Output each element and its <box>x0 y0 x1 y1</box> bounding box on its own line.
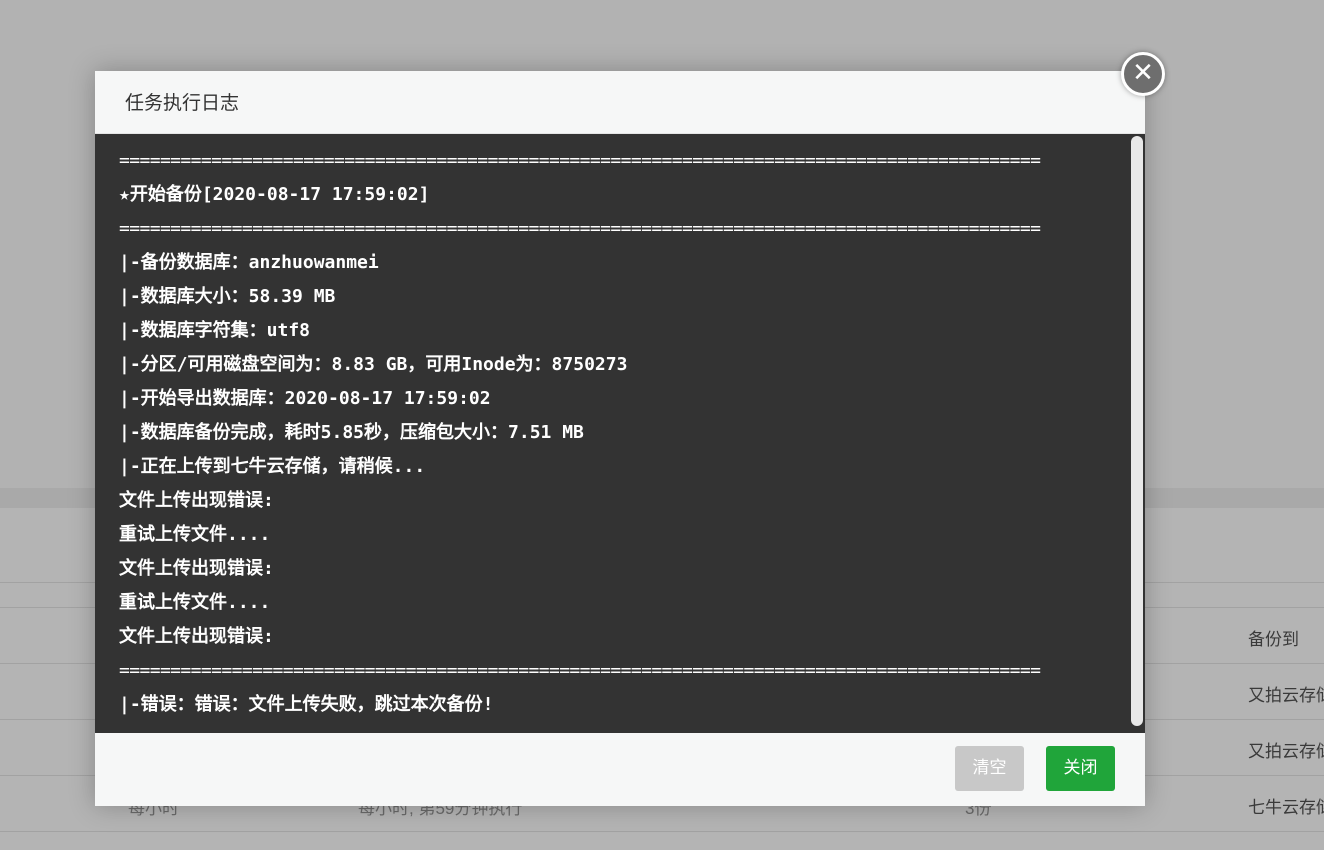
clear-button[interactable]: 清空 <box>955 746 1024 791</box>
log-line: 文件上传出现错误: <box>119 626 274 647</box>
log-scrollbar[interactable] <box>1130 134 1145 733</box>
table-cell-destination: 又拍云存储 <box>1248 686 1324 705</box>
table-header-destination: 备份到 <box>1248 630 1299 649</box>
log-line: |-数据库大小：58.39 MB <box>119 286 336 307</box>
table-cell-destination: 又拍云存储 <box>1248 742 1324 761</box>
log-line: |-备份数据库：anzhuowanmei <box>119 252 379 273</box>
log-separator: ========================================… <box>119 150 1041 171</box>
log-line: 文件上传出现错误: <box>119 558 274 579</box>
log-line: ★开始备份[2020-08-17 17:59:02] <box>119 184 430 205</box>
log-separator: ========================================… <box>119 218 1041 239</box>
log-line: |-数据库字符集：utf8 <box>119 320 311 341</box>
log-line: |-开始导出数据库：2020-08-17 17:59:02 <box>119 388 491 409</box>
log-line: 重试上传文件.... <box>119 524 271 545</box>
task-log-dialog: 任务执行日志 =================================… <box>95 71 1145 806</box>
log-lines: ========================================… <box>119 144 1105 722</box>
log-line: |-分区/可用磁盘空间为：8.83 GB，可用Inode为：8750273 <box>119 354 628 375</box>
log-line: 重试上传文件.... <box>119 592 271 613</box>
table-cell-destination: 七牛云存储 <box>1248 798 1324 817</box>
close-icon[interactable]: ✕ <box>1121 52 1165 96</box>
scrollbar-thumb[interactable] <box>1131 136 1143 726</box>
log-line: |-正在上传到七牛云存储，请稍候... <box>119 456 426 477</box>
log-line: |-数据库备份完成，耗时5.85秒，压缩包大小：7.51 MB <box>119 422 584 443</box>
dialog-title: 任务执行日志 <box>95 71 1145 134</box>
log-line: 文件上传出现错误: <box>119 490 274 511</box>
log-output[interactable]: ========================================… <box>95 134 1145 733</box>
close-button[interactable]: 关闭 <box>1046 746 1115 791</box>
log-separator: ========================================… <box>119 660 1041 681</box>
dialog-footer: 清空 关闭 <box>95 733 1145 806</box>
log-line: |-错误：错误：文件上传失败，跳过本次备份! <box>119 694 494 715</box>
table-divider <box>0 831 1324 832</box>
